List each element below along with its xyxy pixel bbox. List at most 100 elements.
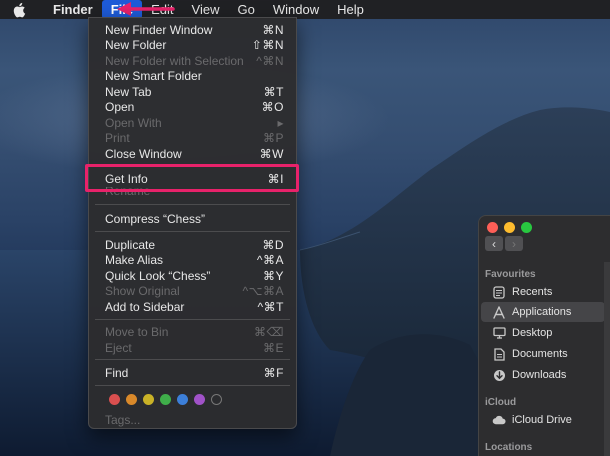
menu-item-shortcut: ⌘N <box>262 22 284 37</box>
menu-item-compress[interactable]: Compress “Chess” <box>105 211 284 226</box>
applications-icon <box>492 305 506 319</box>
tag-none-dot[interactable] <box>211 394 222 405</box>
menu-item-label: Compress “Chess” <box>105 211 206 226</box>
menu-item-shortcut: ^⌘N <box>256 53 284 68</box>
menu-item-move-to-bin: Move to Bin ⌘⌫ <box>105 324 284 339</box>
menu-item-new-smart-folder[interactable]: New Smart Folder <box>105 68 284 83</box>
menu-separator <box>95 385 290 386</box>
sidebar-scrollbar[interactable] <box>604 262 610 456</box>
menu-item-shortcut: ^⌘A <box>256 252 284 267</box>
menu-item-print: Print ⌘P <box>105 130 284 145</box>
menu-item-shortcut: ⌘E <box>262 340 284 355</box>
window-controls <box>487 222 532 233</box>
sidebar-section-locations: Locations <box>485 442 533 453</box>
menu-item-add-to-sidebar[interactable]: Add to Sidebar ^⌘T <box>105 299 284 314</box>
menu-item-duplicate[interactable]: Duplicate ⌘D <box>105 237 284 252</box>
finder-window: ‹ › Favourites Recents Applications Desk… <box>478 215 610 456</box>
menu-item-label: Find <box>105 365 129 380</box>
submenu-arrow-icon: ▸ <box>277 115 284 130</box>
menu-item-label: Open With <box>105 115 162 130</box>
menu-item-label: Open <box>105 99 135 114</box>
sidebar-item-label: iCloud Drive <box>512 414 572 426</box>
menu-item-shortcut: ⌘Y <box>262 268 284 283</box>
menu-item-label: Add to Sidebar <box>105 299 185 314</box>
sidebar-item-label: Recents <box>512 286 553 298</box>
zoom-window-button[interactable] <box>521 222 532 233</box>
sidebar-item-desktop[interactable]: Desktop <box>481 323 605 343</box>
sidebar-section-icloud: iCloud <box>485 397 517 408</box>
close-window-button[interactable] <box>487 222 498 233</box>
menu-item-open[interactable]: Open ⌘O <box>105 99 284 114</box>
tag-orange-dot[interactable] <box>126 394 137 405</box>
sidebar-item-documents[interactable]: Documents <box>481 344 605 364</box>
pink-arrow-annotation-icon <box>117 2 175 16</box>
menu-item-new-finder-window[interactable]: New Finder Window ⌘N <box>105 22 284 37</box>
tag-blue-dot[interactable] <box>177 394 188 405</box>
tag-green-dot[interactable] <box>160 394 171 405</box>
menu-help[interactable]: Help <box>328 0 373 19</box>
menu-item-label: New Tab <box>105 84 152 99</box>
menu-item-show-original: Show Original ^⌥⌘A <box>105 283 284 298</box>
sidebar-item-icloud-drive[interactable]: iCloud Drive <box>481 410 605 430</box>
tag-purple-dot[interactable] <box>194 394 205 405</box>
sidebar-item-downloads[interactable]: Downloads <box>481 365 605 385</box>
menu-item-label: New Finder Window <box>105 22 213 37</box>
forward-button[interactable]: › <box>505 236 523 251</box>
menu-item-shortcut: ⌘⌫ <box>254 324 284 339</box>
menu-item-shortcut: ⌘F <box>263 365 284 380</box>
tag-color-picker <box>109 394 222 405</box>
menu-item-open-with: Open With ▸ <box>105 115 284 130</box>
menu-item-label: Show Original <box>105 283 180 298</box>
apple-logo-icon[interactable] <box>12 2 32 18</box>
cloud-icon <box>492 413 506 427</box>
menu-item-label: Quick Look “Chess” <box>105 268 211 283</box>
navigation-buttons: ‹ › <box>485 236 523 251</box>
menu-item-shortcut: ⌘O <box>261 99 284 114</box>
menu-item-label: Move to Bin <box>105 324 169 339</box>
documents-icon <box>492 347 506 361</box>
menu-item-label: Make Alias <box>105 252 164 267</box>
menu-item-make-alias[interactable]: Make Alias ^⌘A <box>105 252 284 267</box>
menu-item-label: Print <box>105 130 130 145</box>
menu-item-shortcut: ⇧⌘N <box>251 37 284 52</box>
menu-item-eject: Eject ⌘E <box>105 340 284 355</box>
menu-item-shortcut: ⌘P <box>262 130 284 145</box>
file-menu-dropdown: New Finder Window ⌘N New Folder ⇧⌘N New Fo… <box>88 17 297 429</box>
menu-item-label: New Folder with Selection <box>105 53 244 68</box>
sidebar-item-applications[interactable]: Applications <box>481 302 605 322</box>
menu-item-new-folder-with-selection: New Folder with Selection ^⌘N <box>105 53 284 68</box>
menu-item-new-tab[interactable]: New Tab ⌘T <box>105 84 284 99</box>
sidebar-item-label: Desktop <box>512 327 553 339</box>
back-button[interactable]: ‹ <box>485 236 503 251</box>
sidebar-item-label: Downloads <box>512 369 567 381</box>
sidebar-item-recents[interactable]: Recents <box>481 282 605 302</box>
menu-item-label: New Smart Folder <box>105 68 202 83</box>
menu-item-label: Tags... <box>105 412 141 427</box>
tag-yellow-dot[interactable] <box>143 394 154 405</box>
menu-item-find[interactable]: Find ⌘F <box>105 365 284 380</box>
get-info-highlight-annotation <box>85 164 299 192</box>
menu-separator <box>95 204 290 205</box>
menu-item-shortcut: ^⌘T <box>257 299 284 314</box>
desktop-icon <box>492 326 506 340</box>
menu-separator <box>95 359 290 360</box>
menu-item-label: Duplicate <box>105 237 156 252</box>
sidebar-item-label: Documents <box>512 348 568 360</box>
menu-item-shortcut: ⌘D <box>262 237 284 252</box>
chevron-right-icon: › <box>512 236 516 251</box>
menu-item-quick-look[interactable]: Quick Look “Chess” ⌘Y <box>105 268 284 283</box>
menu-separator <box>95 231 290 232</box>
tag-red-dot[interactable] <box>109 394 120 405</box>
minimize-window-button[interactable] <box>504 222 515 233</box>
menu-item-close-window[interactable]: Close Window ⌘W <box>105 146 284 161</box>
menu-item-shortcut: ⌘T <box>263 84 284 99</box>
chevron-left-icon: ‹ <box>492 236 496 251</box>
menu-item-new-folder[interactable]: New Folder ⇧⌘N <box>105 37 284 52</box>
menu-item-label: Close Window <box>105 146 182 161</box>
menu-item-tags: Tags... <box>105 412 284 427</box>
menu-item-shortcut: ^⌥⌘A <box>242 283 284 298</box>
sidebar-item-label: Applications <box>512 306 572 318</box>
recents-icon <box>492 285 506 299</box>
menu-item-shortcut: ⌘W <box>259 146 284 161</box>
sidebar-section-favourites: Favourites <box>485 269 536 280</box>
